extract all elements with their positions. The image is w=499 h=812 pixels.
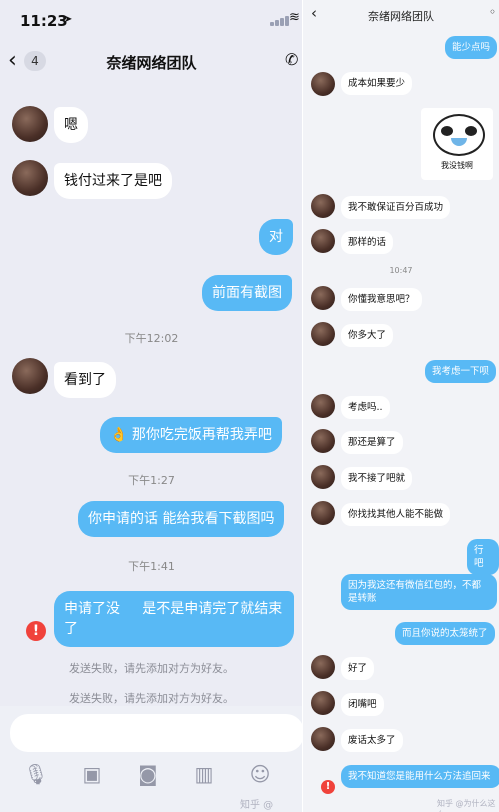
microphone-icon[interactable]: 🎙 [22, 760, 50, 788]
message-bubble-in[interactable]: 我不接了吧就 [341, 467, 413, 490]
image-icon[interactable]: ▣ [78, 760, 106, 788]
camera-icon[interactable]: ◙ [134, 760, 162, 788]
contact-avatar[interactable] [12, 160, 48, 196]
timestamp: 下午1:41 [128, 560, 175, 573]
message-bubble-out[interactable]: 对 [259, 219, 293, 255]
input-bar: 🎙 ▣ ◙ ▥ ☺ 知乎 @ [0, 706, 303, 812]
timestamp: 下午12:02 [124, 332, 179, 345]
message-bubble-out[interactable]: 行吧 [467, 539, 499, 575]
message-input[interactable] [10, 714, 303, 752]
more-icon[interactable]: ◦ [489, 5, 496, 19]
message-bubble-out[interactable]: 我考虑一下呗 [425, 360, 497, 383]
watermark: 知乎 @ [240, 800, 274, 811]
sticker-image[interactable]: 我没钱啊 [421, 108, 493, 180]
red-packet-icon[interactable]: ▥ [190, 760, 218, 788]
timestamp: 10:47 [389, 266, 413, 275]
contact-avatar[interactable] [12, 106, 48, 142]
message-bubble-in[interactable]: 我不敢保证百分百成功 [341, 196, 451, 219]
chat-title: 奈绪网络团队 [106, 54, 197, 72]
emoji-icon[interactable]: ☺ [246, 760, 274, 788]
message-bubble-out[interactable]: 你申请的话 能给我看下截图吗 [78, 501, 285, 537]
contact-avatar[interactable] [311, 691, 335, 715]
contact-avatar[interactable] [311, 286, 335, 310]
message-bubble-in[interactable]: 你多大了 [341, 324, 394, 347]
left-chat-screen: 11:23 ➤ ≋ ‹ 4 奈绪网络团队 ✆ 嗯 钱付过来了是吧 对 前面有截图… [0, 0, 303, 812]
message-bubble-in[interactable]: 你懂我意思吧？ [341, 288, 422, 311]
message-bubble-in[interactable]: 你找找其他人能不能做 [341, 503, 451, 526]
message-bubble-in[interactable]: 看到了 [54, 362, 116, 398]
wifi-icon: ≋ [289, 10, 300, 25]
message-bubble-out[interactable]: 👌 那你吃完饭再帮我弄吧 [100, 417, 282, 453]
right-chat-screen: ‹ 奈绪网络团队 ◦ 能少点吗 成本如果要少 我没钱啊 我不敢保证百分百成功 那… [303, 0, 499, 812]
message-bubble-in[interactable]: 那样的话 [341, 231, 394, 254]
send-failed-icon[interactable]: ! [321, 780, 335, 794]
location-arrow-icon: ➤ [64, 14, 73, 25]
message-bubble-out[interactable]: 前面有截图 [202, 275, 292, 311]
message-bubble-in[interactable]: 闭嘴吧 [341, 693, 384, 716]
status-bar: 11:23 ➤ ≋ [0, 0, 303, 40]
send-failed-icon[interactable]: ! [26, 621, 46, 641]
chat-title: 奈绪网络团队 [368, 10, 434, 23]
contact-avatar[interactable] [311, 322, 335, 346]
send-failed-note: 发送失败，请先添加对方为好友。 [69, 692, 234, 705]
message-bubble-in[interactable]: 考虑吗.. [341, 396, 390, 419]
message-bubble-in[interactable]: 钱付过来了是吧 [54, 163, 172, 199]
contact-avatar[interactable] [311, 655, 335, 679]
message-bubble-out-failed[interactable]: 申请了没 是不是申请完了就结束了 [54, 591, 294, 647]
timestamp: 下午1:27 [128, 474, 175, 487]
message-bubble-out[interactable]: 而且你说的太笼统了 [395, 622, 495, 645]
contact-avatar[interactable] [311, 229, 335, 253]
message-bubble-out[interactable]: 能少点吗 [445, 36, 498, 59]
watermark: 知乎 @为什么这么 [437, 799, 496, 812]
contact-avatar[interactable] [311, 429, 335, 453]
contact-avatar[interactable] [311, 501, 335, 525]
message-bubble-in[interactable]: 那还是算了 [341, 431, 403, 454]
message-bubble-in[interactable]: 嗯 [54, 107, 88, 143]
sticker-caption: 我没钱啊 [441, 161, 473, 170]
contact-avatar[interactable] [311, 394, 335, 418]
phone-icon[interactable]: ✆ [285, 50, 298, 69]
send-failed-note: 发送失败，请先添加对方为好友。 [69, 662, 234, 675]
panda-meme-icon [433, 114, 485, 156]
contact-avatar[interactable] [311, 727, 335, 751]
contact-avatar[interactable] [311, 72, 335, 96]
contact-avatar[interactable] [311, 194, 335, 218]
message-bubble-in[interactable]: 成本如果要少 [341, 72, 413, 95]
message-bubble-out-failed[interactable]: 我不知道您是能用什么方法追回来 [341, 765, 499, 788]
contact-avatar[interactable] [311, 465, 335, 489]
status-time: 11:23 [20, 12, 68, 30]
contact-avatar[interactable] [12, 358, 48, 394]
message-bubble-out[interactable]: 因为我这还有微信红包的，不都是转账 [341, 574, 497, 610]
message-bubble-in[interactable]: 废话太多了 [341, 729, 403, 752]
message-bubble-in[interactable]: 好了 [341, 657, 375, 680]
